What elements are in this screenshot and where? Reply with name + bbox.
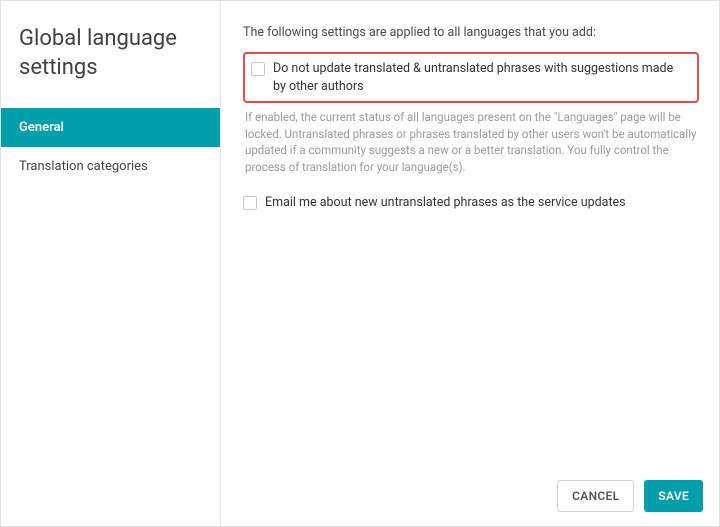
checkbox-email-untranslated[interactable] [243,196,257,210]
save-button[interactable]: SAVE [644,480,703,512]
sidebar-item-label: General [19,120,64,135]
helper-do-not-update: If enabled, the current status of all la… [243,107,699,194]
setting-email-untranslated: Email me about new untranslated phrases … [243,194,699,212]
sidebar: Global language settings General Transla… [1,1,221,526]
footer-actions: CANCEL SAVE [557,480,703,512]
sidebar-item-label: Translation categories [19,159,148,174]
setting-label: Do not update translated & untranslated … [273,60,689,95]
setting-label: Email me about new untranslated phrases … [265,194,626,212]
cancel-button[interactable]: CANCEL [557,480,634,512]
sidebar-item-general[interactable]: General [1,108,220,147]
setting-do-not-update: Do not update translated & untranslated … [243,52,699,103]
intro-text: The following settings are applied to al… [243,25,699,40]
page-title: Global language settings [1,21,220,108]
sidebar-item-translation-categories[interactable]: Translation categories [1,147,220,186]
checkbox-do-not-update[interactable] [251,62,265,76]
content: The following settings are applied to al… [221,1,719,526]
global-language-settings-dialog: Global language settings General Transla… [0,0,720,527]
